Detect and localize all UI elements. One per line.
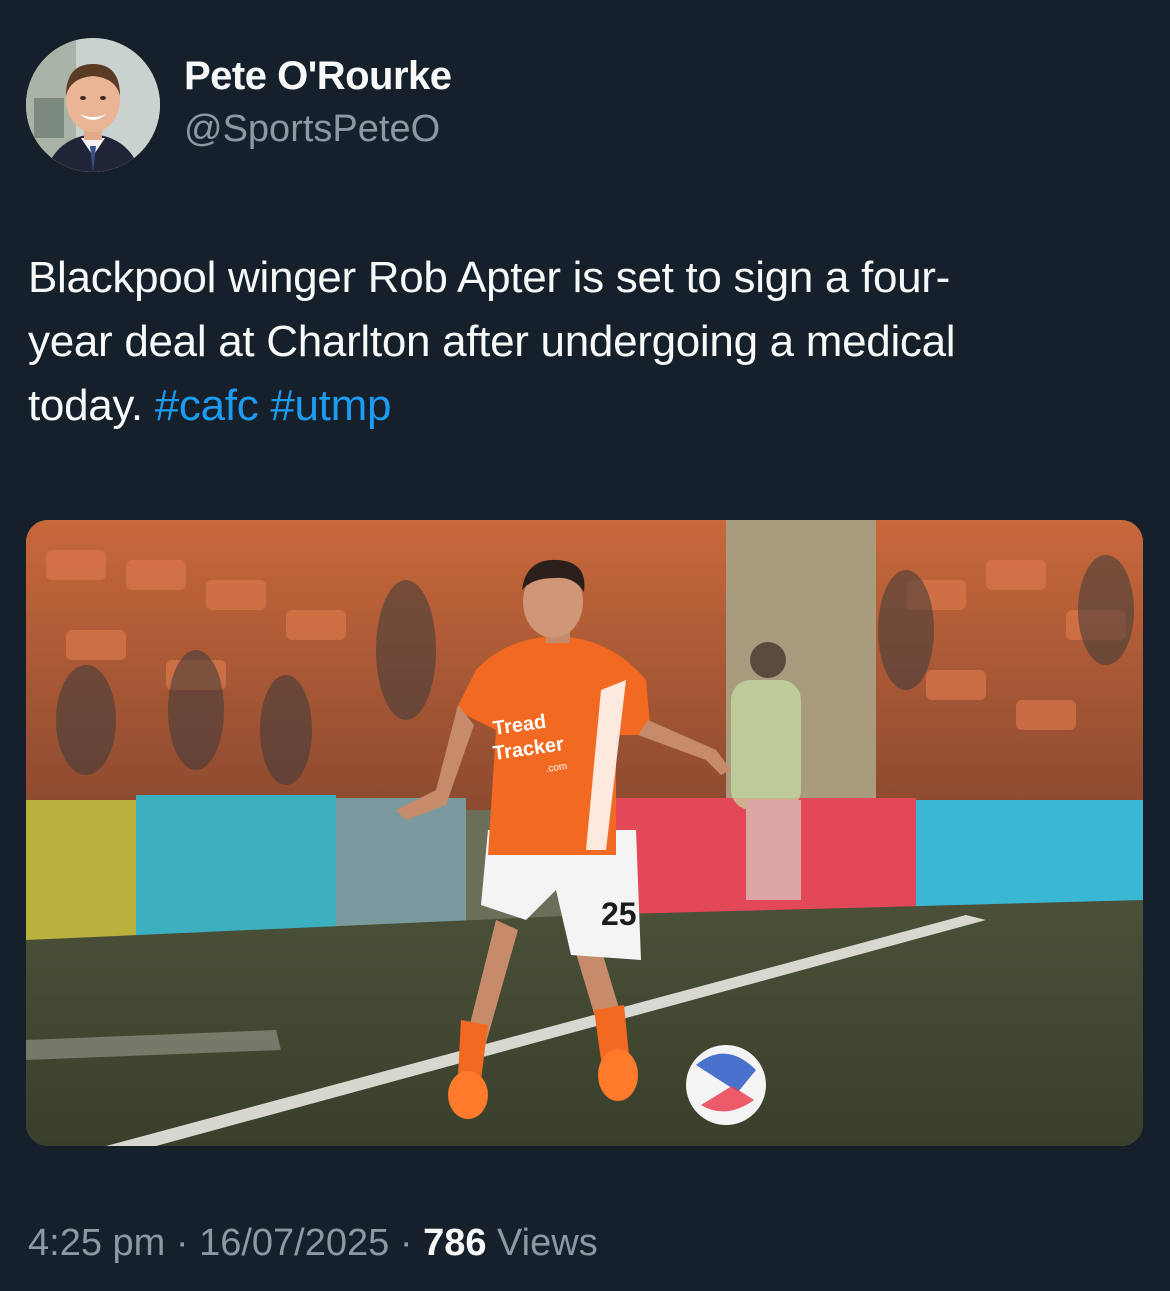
shirt-number: 25 xyxy=(601,896,637,932)
hashtag-link[interactable]: #utmp xyxy=(270,381,391,430)
tweet-text-line: year deal at Charlton after undergoing a… xyxy=(28,317,956,366)
avatar[interactable] xyxy=(26,38,160,172)
author-handle[interactable]: @SportsPeteO xyxy=(184,108,440,151)
tweet-media-image[interactable]: Tread Tracker .com 25 xyxy=(26,520,1143,1146)
football-player-photo: Tread Tracker .com 25 xyxy=(26,520,1143,1146)
meta-separator: · xyxy=(165,1222,200,1264)
tweet-text-segment: today. xyxy=(28,381,155,430)
views-label: Views xyxy=(486,1222,598,1264)
author-display-name[interactable]: Pete O'Rourke xyxy=(184,54,452,99)
tweet-card: Pete O'Rourke @SportsPeteO Blackpool win… xyxy=(0,0,1170,1291)
tweet-time[interactable]: 4:25 pm xyxy=(28,1222,165,1264)
tweet-date[interactable]: 16/07/2025 xyxy=(199,1222,389,1264)
tweet-text: Blackpool winger Rob Apter is set to sig… xyxy=(28,246,1138,438)
tweet-metadata: 4:25 pm · 16/07/2025 · 786 Views xyxy=(28,1222,598,1265)
meta-separator: · xyxy=(389,1222,424,1264)
hashtag-link[interactable]: #cafc xyxy=(155,381,259,430)
tweet-text-line: Blackpool winger Rob Apter is set to sig… xyxy=(28,253,950,302)
tweet-text-line: today. #cafc #utmp xyxy=(28,374,1138,438)
avatar-photo xyxy=(26,38,160,172)
views-count: 786 xyxy=(423,1222,487,1264)
